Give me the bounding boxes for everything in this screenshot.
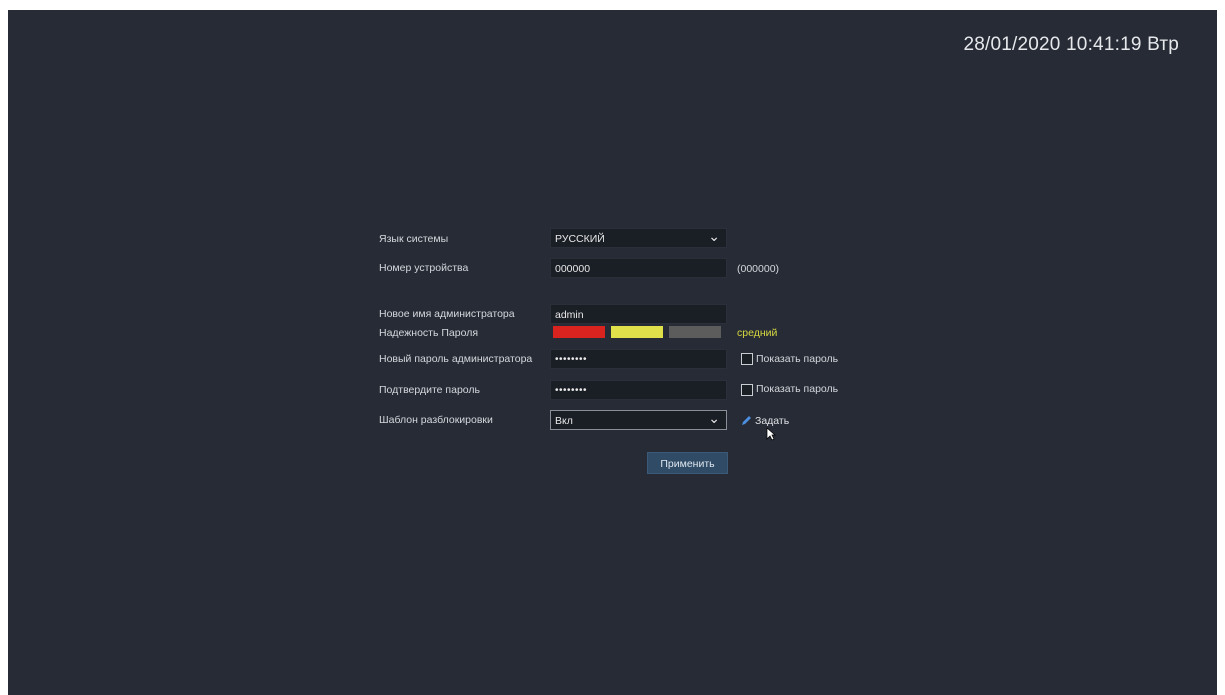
pencil-icon bbox=[742, 416, 751, 425]
strength-bar-medium bbox=[611, 326, 663, 338]
device-number-hint: (000000) bbox=[737, 263, 780, 275]
password-strength-text: средний bbox=[737, 327, 778, 339]
show-password-checkbox[interactable] bbox=[741, 353, 753, 365]
language-label: Язык системы bbox=[379, 233, 449, 245]
admin-name-label: Новое имя администратора bbox=[379, 308, 515, 320]
new-password-label: Новый пароль администратора bbox=[379, 353, 533, 365]
strength-bar-strong bbox=[669, 326, 721, 338]
chevron-down-icon: ⌄ bbox=[708, 228, 720, 244]
device-number-field[interactable]: 000000 bbox=[550, 258, 727, 278]
strength-bar-weak bbox=[553, 326, 605, 338]
unlock-pattern-value: Вкл bbox=[555, 415, 573, 427]
unlock-pattern-select[interactable]: Вкл ⌄ bbox=[550, 410, 727, 430]
unlock-pattern-label: Шаблон разблокировки bbox=[379, 414, 493, 426]
password-strength-label: Надежность Пароля bbox=[379, 327, 479, 339]
show-password-label[interactable]: Показать пароль bbox=[756, 353, 838, 365]
mouse-cursor-icon bbox=[766, 427, 776, 441]
confirm-password-field[interactable]: •••••••• bbox=[550, 380, 727, 400]
device-number-label: Номер устройства bbox=[379, 262, 469, 274]
show-confirm-password-label[interactable]: Показать пароль bbox=[756, 383, 838, 395]
admin-name-field[interactable]: admin bbox=[550, 304, 727, 324]
language-value: РУССКИЙ bbox=[555, 233, 605, 245]
chevron-down-icon: ⌄ bbox=[708, 410, 720, 426]
apply-button[interactable]: Применить bbox=[647, 452, 728, 474]
datetime-display: 28/01/2020 10:41:19 Втр bbox=[963, 34, 1179, 55]
show-confirm-password-checkbox[interactable] bbox=[741, 384, 753, 396]
new-password-field[interactable]: •••••••• bbox=[550, 349, 727, 369]
language-select[interactable]: РУССКИЙ ⌄ bbox=[550, 228, 727, 248]
set-pattern-label[interactable]: Задать bbox=[755, 415, 789, 427]
confirm-password-label: Подтвердите пароль bbox=[379, 384, 481, 396]
set-pattern-link[interactable]: Задать bbox=[740, 414, 789, 427]
